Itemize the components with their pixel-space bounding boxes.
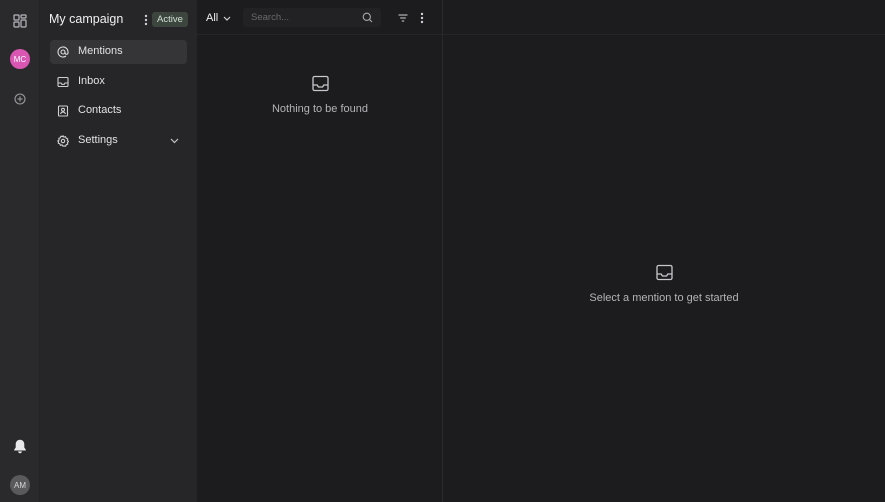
search-input[interactable] [251, 10, 361, 25]
gear-icon [57, 134, 69, 147]
sidebar-item-label: Contacts [78, 104, 122, 116]
contacts-icon [57, 105, 69, 117]
notifications-bell-icon[interactable] [11, 437, 29, 455]
sidebar-item-label: Settings [78, 133, 118, 146]
mentions-list-pane: All Search... Nothing to be found [197, 0, 443, 502]
inbox-tray-icon [311, 75, 329, 92]
filter-dropdown[interactable]: All [206, 11, 231, 25]
campaign-header: My campaign Active [49, 11, 189, 29]
mention-detail-pane: Select a mention to get started [443, 0, 885, 502]
more-options-icon[interactable] [419, 11, 425, 24]
sidebar-nav: Mentions Inbox Contacts Settings [50, 40, 187, 158]
campaign-title[interactable]: My campaign [49, 12, 123, 26]
sidebar-item-contacts[interactable]: Contacts [50, 99, 187, 123]
sidebar-item-label: Inbox [78, 74, 105, 87]
detail-empty-state: Select a mention to get started [443, 264, 885, 304]
add-workspace-icon[interactable] [12, 91, 28, 107]
status-badge: Active [152, 12, 188, 27]
inbox-tray-icon [655, 264, 673, 281]
at-sign-icon [57, 46, 69, 58]
filter-value: All [206, 12, 219, 24]
workspace-avatar[interactable]: MC [10, 49, 30, 69]
sidebar-item-inbox[interactable]: Inbox [50, 70, 187, 94]
list-toolbar: All [197, 0, 443, 35]
detail-empty-message: Select a mention to get started [589, 292, 739, 304]
app-rail: MC AM [0, 0, 40, 502]
empty-state: Nothing to be found [197, 75, 443, 115]
campaign-sidebar: My campaign Active Mentions Inbox Contac… [40, 0, 197, 502]
chevron-down-icon [223, 16, 231, 21]
sidebar-item-settings[interactable]: Settings [50, 129, 187, 153]
sidebar-item-label: Mentions [78, 45, 123, 57]
detail-topbar [443, 0, 885, 35]
sidebar-item-mentions[interactable]: Mentions [50, 40, 187, 64]
apps-grid-icon[interactable] [11, 12, 29, 30]
chevron-down-icon[interactable] [170, 137, 179, 146]
search-icon[interactable] [362, 12, 373, 23]
campaign-menu-icon[interactable] [142, 13, 150, 27]
user-avatar[interactable]: AM [10, 475, 30, 495]
empty-state-message: Nothing to be found [271, 103, 369, 115]
inbox-icon [57, 76, 69, 88]
filter-icon[interactable] [397, 12, 408, 23]
search-box [243, 8, 381, 27]
